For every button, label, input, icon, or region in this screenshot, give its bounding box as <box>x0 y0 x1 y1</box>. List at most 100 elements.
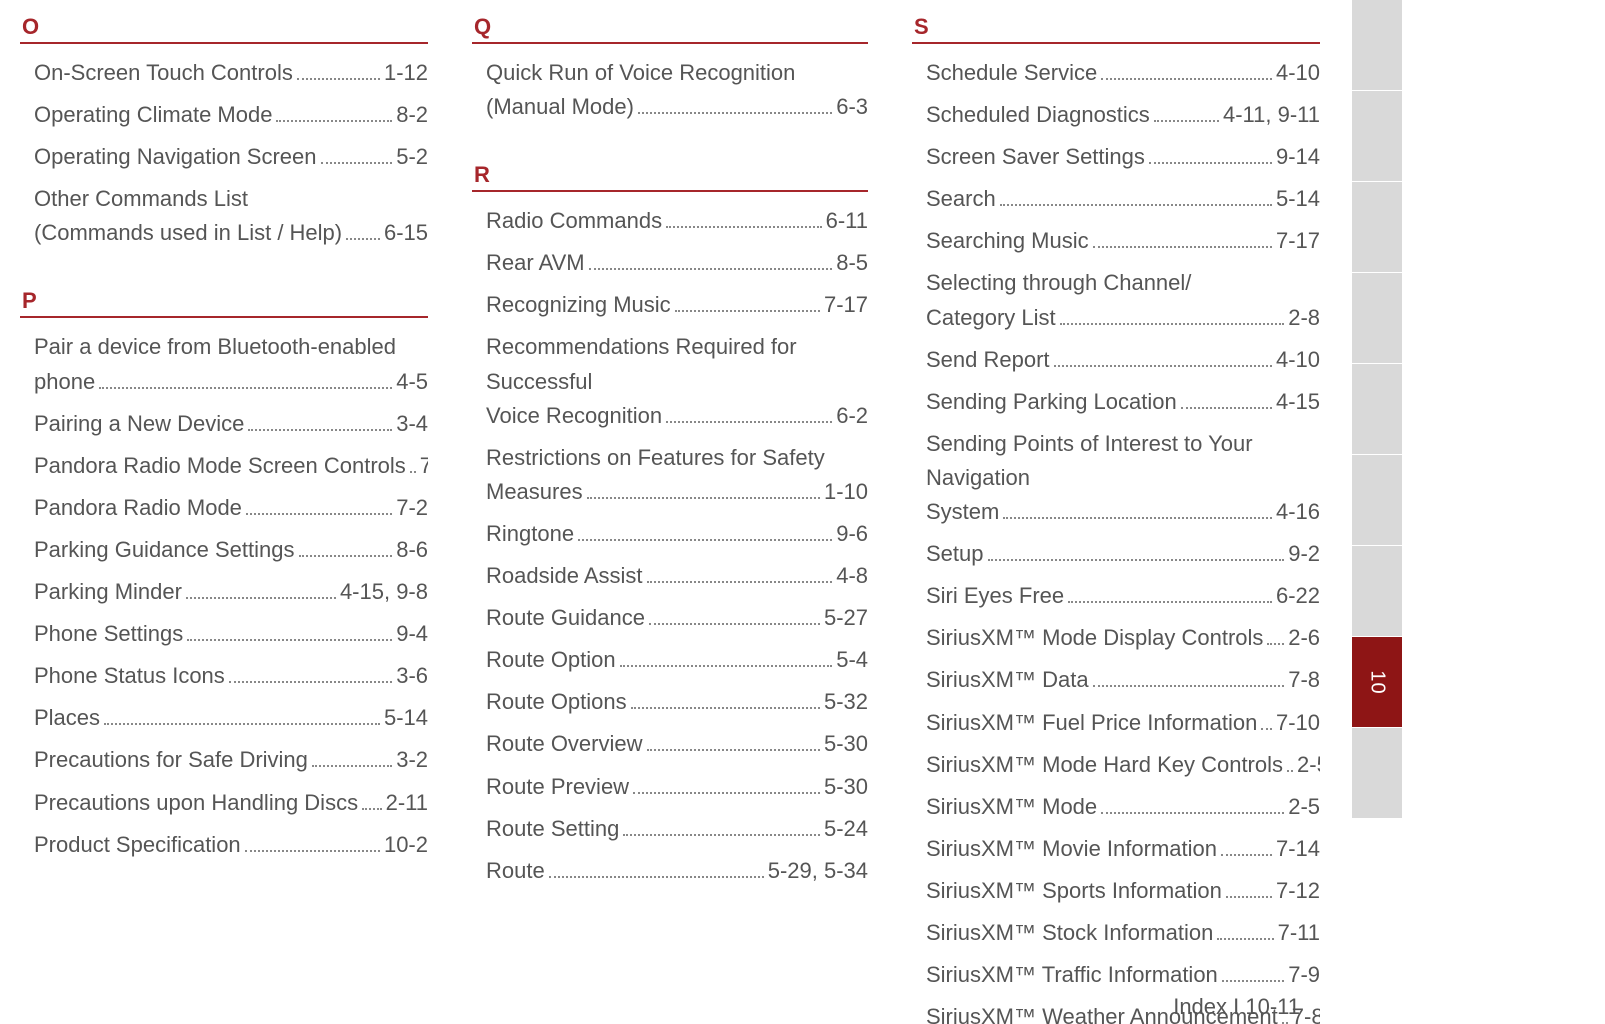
side-tab-1[interactable] <box>1352 0 1402 90</box>
index-entry-label: Sending Parking Location <box>926 385 1177 419</box>
index-entry-page: 2-6 <box>1288 621 1320 655</box>
index-entry-label: Route Overview <box>486 727 643 761</box>
index-entry: Recognizing Music7-17 <box>486 288 868 322</box>
index-entry-line: SiriusXM™ Mode2-5 <box>926 790 1320 824</box>
index-entry-page: 3-2 <box>396 743 428 777</box>
index-entry-line: SiriusXM™ Fuel Price Information7-10 <box>926 706 1320 740</box>
side-tab-2[interactable] <box>1352 91 1402 181</box>
index-entry-label: Recognizing Music <box>486 288 671 322</box>
index-entry-line: Roadside Assist 4-8 <box>486 559 868 593</box>
index-entry-dots <box>1181 407 1272 409</box>
side-tab-9[interactable] <box>1352 728 1402 818</box>
side-tab-6[interactable] <box>1352 455 1402 545</box>
index-entry: Parking Minder4-15, 9-8 <box>34 575 428 609</box>
index-entry-line: Schedule Service4-10 <box>926 56 1320 90</box>
index-entry: SiriusXM™ Data7-8 <box>926 663 1320 697</box>
index-entry-label: Siri Eyes Free <box>926 579 1064 613</box>
index-entry-dots <box>299 555 393 557</box>
index-entry-page: 5-32 <box>824 685 868 719</box>
index-entry-label: SiriusXM™ Mode Hard Key Controls <box>926 748 1283 782</box>
index-entry: Quick Run of Voice Recognition(Manual Mo… <box>486 56 868 124</box>
index-entry: Operating Navigation Screen5-2 <box>34 140 428 174</box>
index-entry-dots <box>1222 980 1284 982</box>
index-entry-dots <box>1068 601 1272 603</box>
index-entry-dots <box>248 429 392 431</box>
index-entry-label: Schedule Service <box>926 56 1097 90</box>
index-entry-label: Route Options <box>486 685 627 719</box>
index-entry-dots <box>623 834 820 836</box>
index-entry-line: SiriusXM™ Traffic Information7-9 <box>926 958 1320 992</box>
index-entry-dots <box>186 597 336 599</box>
index-entry-line: Route Preview5-30 <box>486 770 868 804</box>
index-entry-page: 7-12 <box>1276 874 1320 908</box>
index-entry: Send Report4-10 <box>926 343 1320 377</box>
index-entry-page: 7-8 <box>1288 663 1320 697</box>
side-tab-4[interactable] <box>1352 273 1402 363</box>
index-entry: Sending Points of Interest to Your Navig… <box>926 427 1320 529</box>
index-entry-dots <box>1261 728 1272 730</box>
index-entry-dots <box>647 581 833 583</box>
index-entry-line: Scheduled Diagnostics4-11, 9-11 <box>926 98 1320 132</box>
index-entry-first-line: Quick Run of Voice Recognition <box>486 56 868 90</box>
index-entry: Route5-29, 5-34 <box>486 854 868 888</box>
index-section-head: S <box>912 14 1320 44</box>
index-entry: Scheduled Diagnostics4-11, 9-11 <box>926 98 1320 132</box>
index-section-rule <box>20 42 428 44</box>
index-entry-label: Roadside Assist <box>486 559 643 593</box>
index-entry-label: (Manual Mode) <box>486 90 634 124</box>
index-section-letter: O <box>20 14 428 42</box>
index-entry-line: (Manual Mode)6-3 <box>486 90 868 124</box>
index-entry: Places 5-14 <box>34 701 428 735</box>
index-entry-dots <box>578 539 832 541</box>
index-entry-dots <box>1093 685 1285 687</box>
index-entry: Route Setting5-24 <box>486 812 868 846</box>
index-entry-dots <box>589 268 833 270</box>
index-entry-label: Places <box>34 701 100 735</box>
index-entry-page: 9-4 <box>396 617 428 651</box>
index-entry-page: 2-11 <box>386 786 428 820</box>
index-entry-label: Searching Music <box>926 224 1089 258</box>
index-entry-line: Route5-29, 5-34 <box>486 854 868 888</box>
index-entry-line: SiriusXM™ Sports Information7-12 <box>926 874 1320 908</box>
index-entry-line: Parking Guidance Settings8-6 <box>34 533 428 567</box>
index-entry-label: SiriusXM™ Fuel Price Information <box>926 706 1257 740</box>
index-entry-page: 5-14 <box>384 701 428 735</box>
index-entry-dots <box>321 162 393 164</box>
index-entry-label: On-Screen Touch Controls <box>34 56 293 90</box>
index-entry: Precautions for Safe Driving3-2 <box>34 743 428 777</box>
index-section-rule <box>912 42 1320 44</box>
index-entry-label: SiriusXM™ Mode Display Controls <box>926 621 1263 655</box>
index-entry-label: Screen Saver Settings <box>926 140 1145 174</box>
index-entry-label: Precautions upon Handling Discs <box>34 786 358 820</box>
index-entry-page: 7-9 <box>1288 958 1320 992</box>
index-entry-dots <box>587 497 820 499</box>
index-entry-label: Route Setting <box>486 812 619 846</box>
side-tab-5[interactable] <box>1352 364 1402 454</box>
side-tab-active[interactable]: 10 <box>1352 637 1402 727</box>
side-tab-3[interactable] <box>1352 182 1402 272</box>
index-entry: Recommendations Required for SuccessfulV… <box>486 330 868 432</box>
index-entries: Schedule Service4-10 Scheduled Diagnostic… <box>912 56 1320 1024</box>
index-entry: Schedule Service4-10 <box>926 56 1320 90</box>
index-entry-page: 5-2 <box>396 140 428 174</box>
index-entry-dots <box>1226 896 1272 898</box>
index-entry-line: Route Overview5-30 <box>486 727 868 761</box>
index-entry-label: System <box>926 495 999 529</box>
index-entry: Route Guidance5-27 <box>486 601 868 635</box>
index-entry: Phone Settings9-4 <box>34 617 428 651</box>
index-section-head: P <box>20 288 428 318</box>
index-entry-dots <box>362 808 382 810</box>
index-entry-line: Ringtone9-6 <box>486 517 868 551</box>
index-entry: Screen Saver Settings9-14 <box>926 140 1320 174</box>
index-entry-label: Search <box>926 182 996 216</box>
index-entries: Pair a device from Bluetooth-enabledphon… <box>20 330 428 861</box>
index-column: QQuick Run of Voice Recognition(Manual M… <box>472 10 868 1024</box>
index-entries: Radio Commands6-11Rear AVM8-5Recognizing… <box>472 204 868 888</box>
index-entry-page: 8-5 <box>836 246 868 280</box>
index-entry-page: 4-8 <box>836 559 868 593</box>
side-tab-7[interactable] <box>1352 546 1402 636</box>
index-entry-dots <box>988 559 1285 561</box>
index-entry-dots <box>1221 854 1272 856</box>
index-entry-dots <box>1003 517 1272 519</box>
index-entry-page: 5-14 <box>1276 182 1320 216</box>
